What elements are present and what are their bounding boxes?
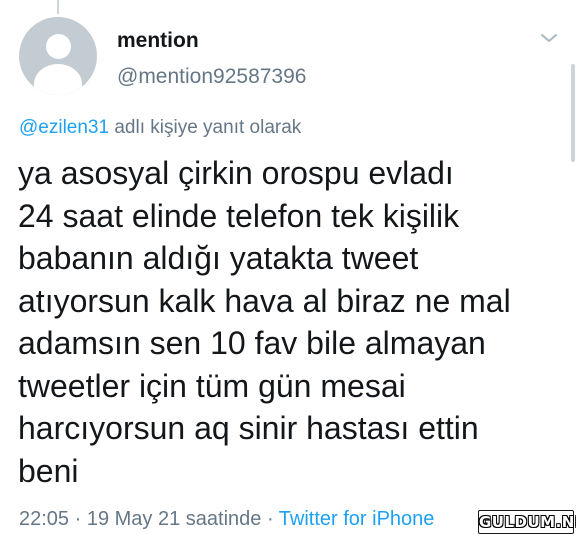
reply-context: @ezilen31 adlı kişiye yanıt olarak <box>19 117 301 139</box>
tweet-text-line: ya asosyal çirkin orospu evladı <box>18 155 454 191</box>
avatar[interactable] <box>19 17 97 95</box>
tweet-timestamp[interactable]: 22:05 · 19 May 21 saatinde · <box>19 508 279 530</box>
reply-context-label: adlı kişiye yanıt olarak <box>109 117 302 138</box>
tweet-text-line: 24 saat elinde telefon tek kişilik <box>18 197 460 234</box>
tweet-text: ya asosyal çirkin orospu evladı 24 saat … <box>18 152 563 492</box>
tweet-text-line: atıyorsun kalk hava al biraz ne mal <box>18 282 511 319</box>
tweet-text-line: adamsın sen 10 fav bile almayan <box>18 325 486 361</box>
author-handle[interactable]: @mention92587396 <box>117 65 306 89</box>
avatar-shoulders <box>34 64 82 95</box>
tweet-client-link[interactable]: Twitter for iPhone <box>279 508 435 530</box>
tweet-text-line: beni <box>18 452 79 489</box>
chevron-down-icon[interactable] <box>540 31 558 45</box>
default-avatar-icon <box>46 34 71 59</box>
author-name[interactable]: mention <box>117 29 199 53</box>
reply-mention-link[interactable]: @ezilen31 <box>19 117 109 138</box>
site-watermark: GULDUM.NET <box>478 510 576 534</box>
tweet-text-line: tweetler için tüm gün mesai <box>18 367 406 404</box>
thread-connector-line <box>57 0 59 14</box>
tweet-text-line: babanın aldığı yatakta tweet <box>18 240 419 276</box>
scrollbar[interactable] <box>571 64 575 162</box>
tweet-meta: 22:05 · 19 May 21 saatinde · Twitter for… <box>19 508 434 531</box>
tweet-text-line: harcıyorsun aq sinir hastası ettin <box>18 410 479 446</box>
